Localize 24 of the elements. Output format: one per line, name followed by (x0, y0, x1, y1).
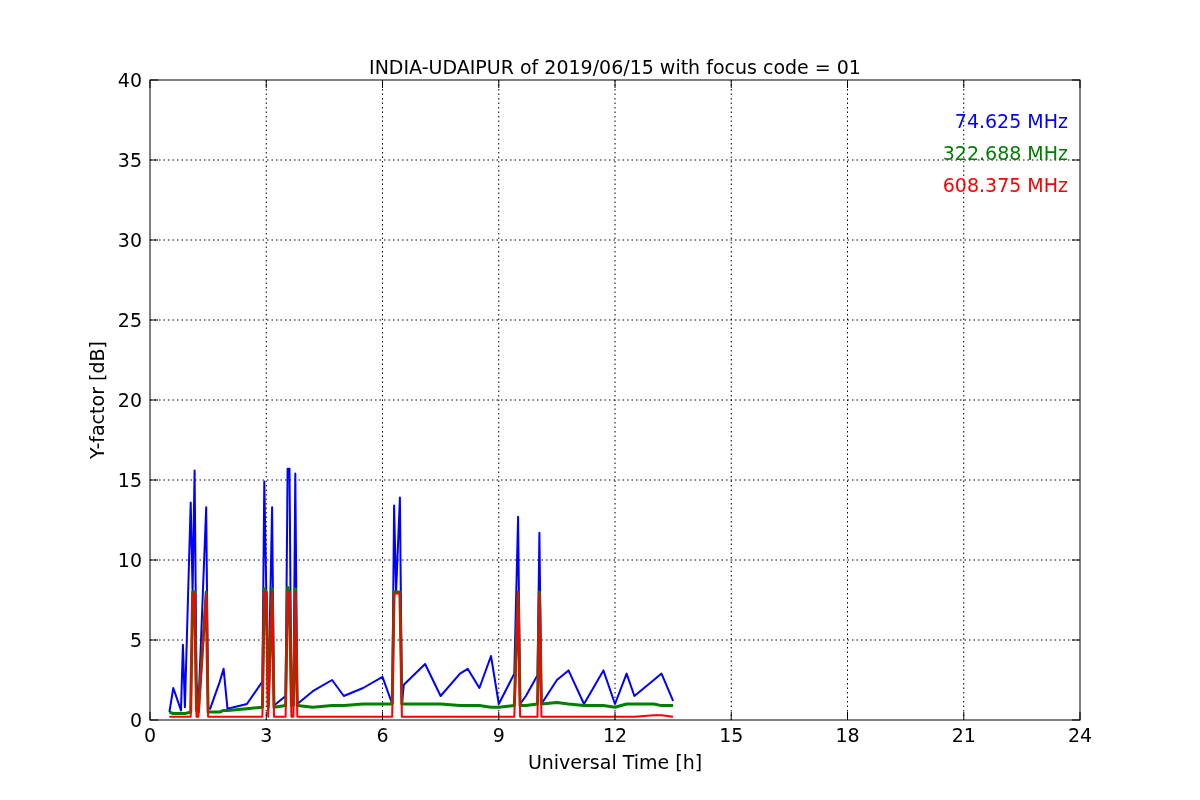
y-tick-label: 0 (129, 709, 142, 731)
x-tick-label: 0 (143, 724, 157, 746)
y-tick-label: 15 (117, 469, 142, 491)
x-tick-label: 9 (492, 724, 505, 746)
x-tick-label: 3 (260, 724, 273, 746)
y-tick-label: 5 (129, 629, 142, 651)
legend-label: 322.688 MHz (942, 142, 1068, 164)
x-axis-label: Universal Time [h] (527, 751, 703, 773)
y-tick-label: 10 (117, 549, 142, 571)
y-tick-label: 30 (117, 229, 142, 251)
x-tick-label: 15 (719, 724, 744, 746)
chart-title: INDIA-UDAIPUR of 2019/06/15 with focus code = 01 (369, 56, 861, 78)
y-tick-label: 35 (117, 149, 142, 171)
legend-label: 608.375 MHz (942, 174, 1068, 196)
x-tick-label: 12 (602, 724, 628, 746)
x-tick-label: 24 (1067, 724, 1093, 746)
y-tick-label: 20 (117, 389, 142, 411)
x-tick-label: 18 (835, 724, 860, 746)
x-tick-label: 21 (951, 724, 976, 746)
y-axis-label: Y-factor [dB] (86, 341, 108, 459)
x-tick-label: 6 (376, 724, 389, 746)
y-tick-label: 40 (117, 69, 142, 91)
y-tick-label: 25 (117, 309, 142, 331)
legend-label: 74.625 MHz (954, 110, 1068, 132)
